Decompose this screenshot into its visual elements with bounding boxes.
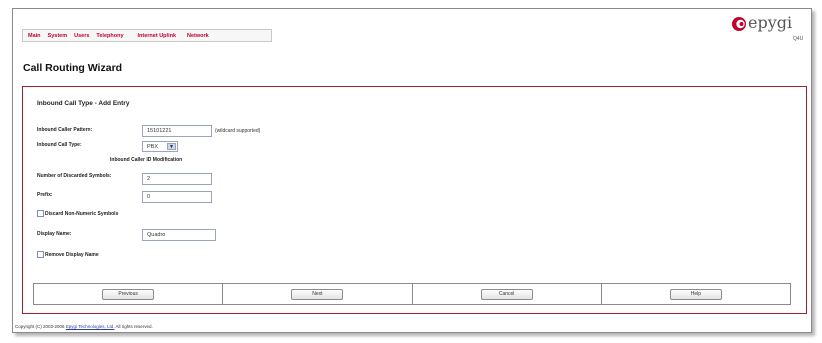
copyright-suffix: All rights reserved.	[114, 324, 153, 329]
epygi-logo: epygi Q4U	[731, 13, 811, 50]
display-name-input[interactable]	[142, 229, 216, 241]
nav-item-telephony[interactable]: Telephony	[96, 33, 123, 39]
nav-item-internet-uplink[interactable]: Internet Uplink	[138, 33, 177, 39]
caller-id-modification-heading: Inbound Caller ID Modification	[110, 157, 183, 163]
help-button[interactable]: Help	[669, 288, 722, 300]
caller-pattern-label: Inbound Caller Pattern:	[37, 127, 93, 133]
wizard-panel	[22, 86, 807, 314]
discard-non-numeric-checkbox[interactable]	[37, 210, 44, 217]
section-title: Inbound Call Type - Add Entry	[37, 100, 130, 107]
prefix-label: Prefix:	[37, 192, 53, 198]
wildcard-note: (wildcard supported)	[215, 128, 261, 134]
discarded-symbols-label: Number of Discarded Symbols:	[37, 173, 112, 179]
button-cell-previous: Previous	[34, 284, 222, 304]
page-title: Call Routing Wizard	[23, 62, 123, 74]
button-cell-cancel: Cancel	[411, 284, 601, 304]
discarded-symbols-input[interactable]	[142, 173, 212, 185]
remove-display-name-label: Remove Display Name	[45, 252, 99, 258]
call-type-value: PBX	[147, 143, 159, 150]
logo-subtext: Q4U	[793, 36, 804, 42]
call-type-select[interactable]: PBX ▼	[142, 141, 178, 152]
company-link[interactable]: Epygi Technologies, Ltd.	[66, 324, 115, 329]
call-type-label: Inbound Call Type:	[37, 142, 82, 148]
logo-text: epygi	[748, 13, 793, 32]
copyright-notice: Copyright (C) 2003-2006 Epygi Technologi…	[15, 324, 153, 329]
button-cell-help: Help	[600, 284, 790, 304]
prefix-input[interactable]	[142, 191, 212, 203]
copyright-prefix: Copyright (C) 2003-2006	[15, 324, 66, 329]
top-navigation: Main System Users Telephony Internet Upl…	[22, 29, 272, 42]
next-button[interactable]: Next	[291, 288, 344, 300]
cancel-button[interactable]: Cancel	[480, 288, 533, 300]
caller-pattern-input[interactable]	[142, 125, 212, 137]
nav-item-users[interactable]: Users	[74, 33, 89, 39]
wizard-button-bar: Previous Next Cancel Help	[33, 283, 791, 305]
button-cell-next: Next	[222, 284, 411, 304]
previous-button[interactable]: Previous	[102, 288, 155, 300]
nav-item-network[interactable]: Network	[187, 33, 209, 39]
nav-item-system[interactable]: System	[48, 33, 68, 39]
discard-non-numeric-label: Discard Non-Numeric Symbols	[45, 211, 119, 217]
chevron-down-icon: ▼	[167, 143, 176, 150]
logo-swirl-icon	[732, 17, 746, 31]
display-name-label: Display Name:	[37, 231, 72, 237]
nav-item-main[interactable]: Main	[28, 33, 41, 39]
remove-display-name-checkbox[interactable]	[37, 251, 44, 258]
